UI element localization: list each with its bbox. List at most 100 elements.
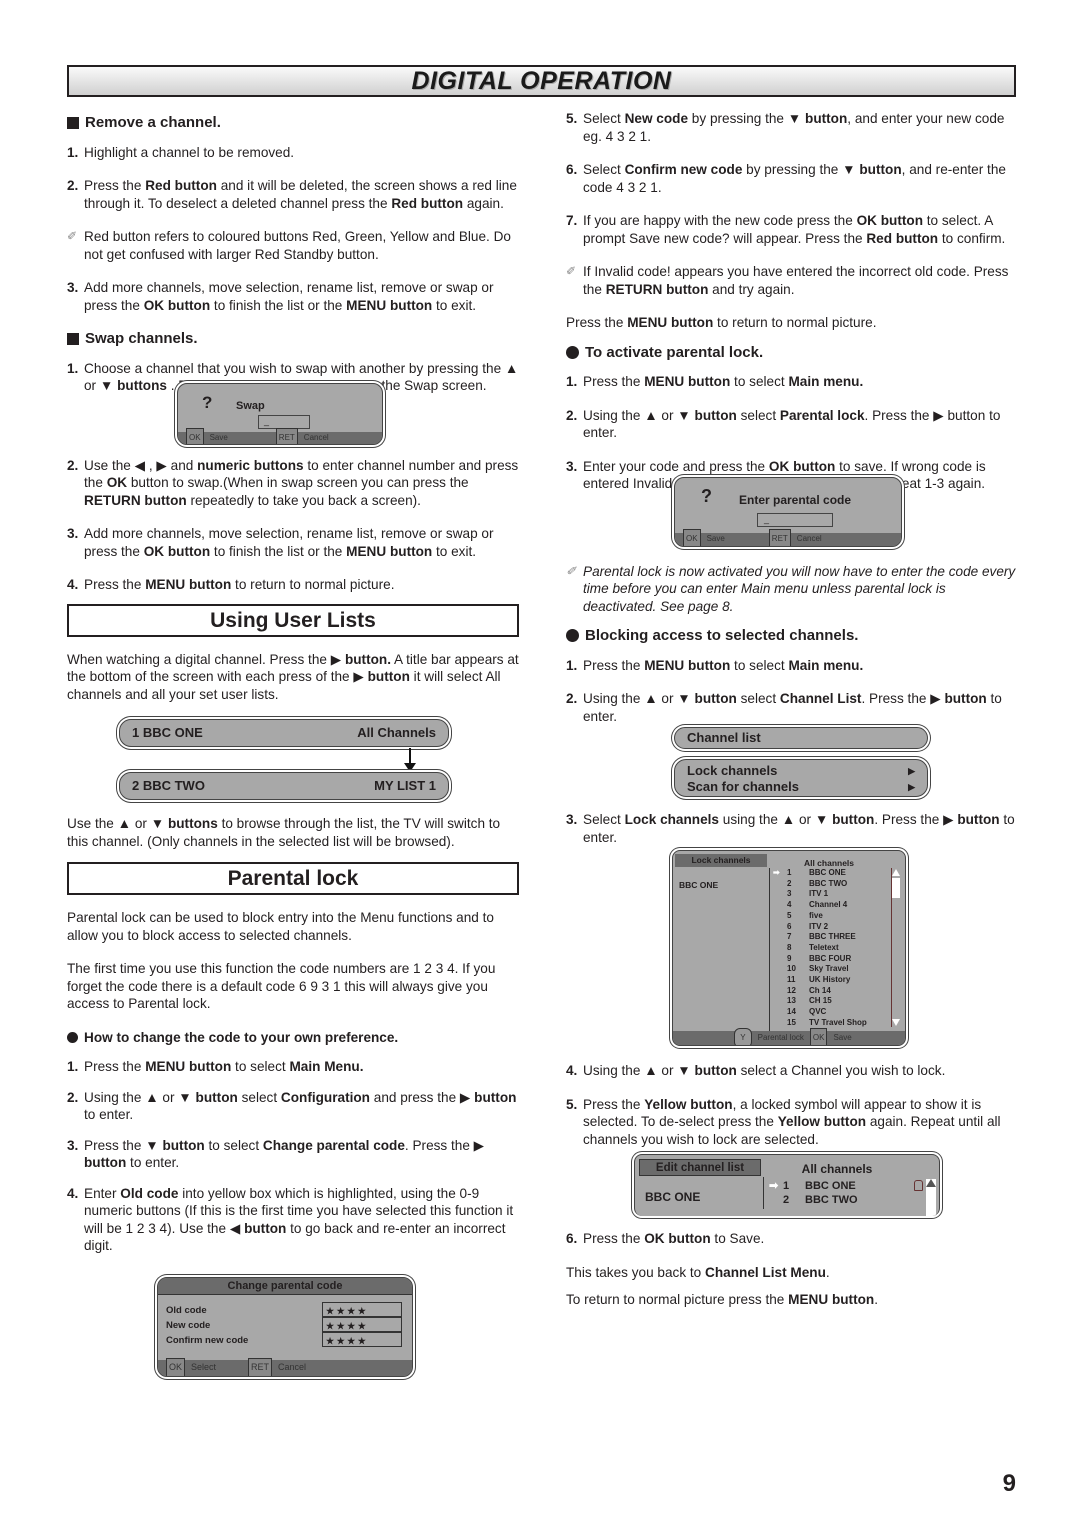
channel-row[interactable]: 4 Channel 4	[773, 900, 893, 911]
scroll-up-icon	[926, 1179, 936, 1187]
change-step-1: 1. Press the MENU button to select Main M…	[67, 1059, 364, 1074]
parental-code-field[interactable]: _	[757, 512, 833, 527]
banner-title: DIGITAL OPERATION	[411, 67, 672, 95]
using-user-lists-heading: Using User Lists	[67, 603, 519, 637]
change-step-2: 2. Using the ▲ or ▼ button select Configu…	[67, 1089, 517, 1123]
menu-item-lock-channels[interactable]: Lock channels ▶	[687, 763, 915, 779]
change-code-heading: How to change the code to your own prefe…	[67, 1029, 519, 1047]
change-code-osd-title: Change parental code	[158, 1277, 412, 1295]
remove-step-3: 3. Add more channels, move selection, ren…	[67, 280, 494, 313]
edit-left-title: Edit channel list	[639, 1159, 761, 1176]
scrollbar[interactable]	[926, 1179, 936, 1216]
ok-select-label: Select	[191, 1361, 217, 1372]
channel-row[interactable]: 10 Sky Travel	[773, 964, 893, 975]
channel-row[interactable]: ➡ 1 BBC ONE	[769, 1179, 919, 1193]
change-return-text: Press the MENU button to return to norma…	[566, 315, 877, 330]
user-list-bars: 1 BBC ONE All Channels 2 BBC TWO MY LIST 1	[119, 719, 449, 800]
ret-cancel-label: Cancel	[796, 534, 822, 544]
channel-name: TV Travel Shop	[809, 1017, 867, 1027]
channel-row[interactable]: 15 TV Travel Shop	[773, 1018, 893, 1029]
channel-row[interactable]: 13 CH 15	[773, 996, 893, 1007]
ret-cancel-label: Cancel	[278, 1361, 307, 1372]
return-normal-text: To return to normal picture press the ME…	[566, 1292, 878, 1307]
question-icon: ?	[701, 485, 712, 506]
change-step-3: 3. Press the ▼ button to select Change pa…	[67, 1137, 485, 1171]
ok-save-label: Save	[833, 1033, 852, 1043]
channel-number: 10	[787, 964, 796, 974]
scrollbar[interactable]	[891, 868, 900, 1027]
page-number: 9	[1002, 1470, 1016, 1497]
channel-name: Channel 4	[809, 900, 848, 910]
page-banner: DIGITAL OPERATION	[67, 65, 1016, 97]
channel-number: 1	[783, 1180, 790, 1192]
swap-channel-field[interactable]: _	[258, 414, 310, 429]
menu-item-scan-channels[interactable]: Scan for channels ▶	[687, 779, 915, 795]
ret-key: RET	[768, 529, 791, 546]
change-step-7: 7. If you are happy with the new code pre…	[566, 213, 1006, 246]
user-lists-intro: When watching a digital channel. Press t…	[67, 651, 519, 702]
channel-row[interactable]: 5 five	[773, 911, 893, 922]
lock-icon	[914, 1180, 923, 1191]
channel-row[interactable]: 7 BBC THREE	[773, 932, 893, 943]
channel-number: 6	[787, 921, 792, 931]
channel-row[interactable]: ➡ 1 BBC ONE	[773, 868, 893, 879]
channel-row[interactable]: 3 ITV 1	[773, 889, 893, 900]
pencil-note-icon: ✐	[566, 563, 577, 578]
chevron-right-icon: ▶	[908, 782, 915, 792]
channel-row[interactable]: 9 BBC FOUR	[773, 954, 893, 965]
channel-number: 11	[787, 975, 796, 985]
round-bullet-icon	[566, 345, 579, 359]
swap-osd-title: Swap	[236, 399, 265, 412]
channel-number: 8	[787, 942, 792, 952]
channel-row[interactable]: 14 QVC	[773, 1007, 893, 1018]
change-code-osd: Change parental code Old code ★ ★ ★ ★ New…	[157, 1276, 413, 1377]
channel-list-menu: Channel list Lock channels ▶ Scan for cha…	[674, 727, 928, 797]
channel-name: ITV 2	[809, 921, 829, 931]
channel-list-title: Channel list	[674, 727, 928, 749]
channel-row[interactable]: 11 UK History	[773, 975, 893, 986]
old-code-field[interactable]: ★ ★ ★ ★	[322, 1301, 402, 1317]
channel-number: 1	[787, 868, 792, 877]
new-code-field[interactable]: ★ ★ ★ ★	[322, 1316, 402, 1332]
activate-heading: To activate parental lock.	[566, 344, 1018, 362]
parental-lock-label: Parental lock	[757, 1033, 804, 1043]
new-code-row: New code ★ ★ ★ ★	[166, 1316, 402, 1332]
selection-arrow-icon: ➡	[769, 1180, 779, 1192]
channel-number: 12	[787, 985, 796, 995]
confirm-code-field[interactable]: ★ ★ ★ ★	[322, 1331, 402, 1347]
channel-number: 14	[787, 1007, 796, 1017]
selection-arrow-icon: ➡	[773, 868, 780, 877]
left-column: Remove a channel. 1. Highlight a channel …	[67, 110, 519, 1377]
ok-save-label: Save	[209, 432, 228, 442]
channel-row[interactable]: 6 ITV 2	[773, 922, 893, 933]
lock-channel-list[interactable]: ➡ 1 BBC ONE 2 BBC TWO 3 ITV 1 4 Channel 4 5 five 6 I…	[773, 868, 893, 1029]
right-column: 5. Select New code by pressing the ▼ butt…	[566, 110, 1018, 1325]
channel-name: CH 15	[809, 996, 832, 1006]
channel-name: Teletext	[809, 942, 839, 952]
edit-channel-osd: Edit channel list BBC ONE All channels ➡…	[634, 1154, 940, 1216]
channel-row[interactable]: 2 BBC TWO	[769, 1193, 919, 1207]
channel-row[interactable]: 12 Ch 14	[773, 986, 893, 997]
edit-channel-list[interactable]: ➡ 1 BBC ONE 2 BBC TWO	[769, 1179, 919, 1207]
channel-number: 13	[787, 996, 796, 1006]
y-key: Y	[734, 1028, 752, 1045]
old-code-row: Old code ★ ★ ★ ★	[166, 1301, 402, 1317]
channel-number: 2	[783, 1194, 790, 1206]
channel-row[interactable]: 8 Teletext	[773, 943, 893, 954]
channel-row[interactable]: 2 BBC TWO	[773, 879, 893, 890]
channel-name: QVC	[809, 1007, 827, 1017]
chevron-right-icon: ▶	[908, 766, 915, 776]
back-to-menu-text: This takes you back to Channel List Menu…	[566, 1264, 830, 1280]
lock-left-value: BBC ONE	[679, 880, 719, 890]
channel-number: 5	[787, 910, 792, 920]
